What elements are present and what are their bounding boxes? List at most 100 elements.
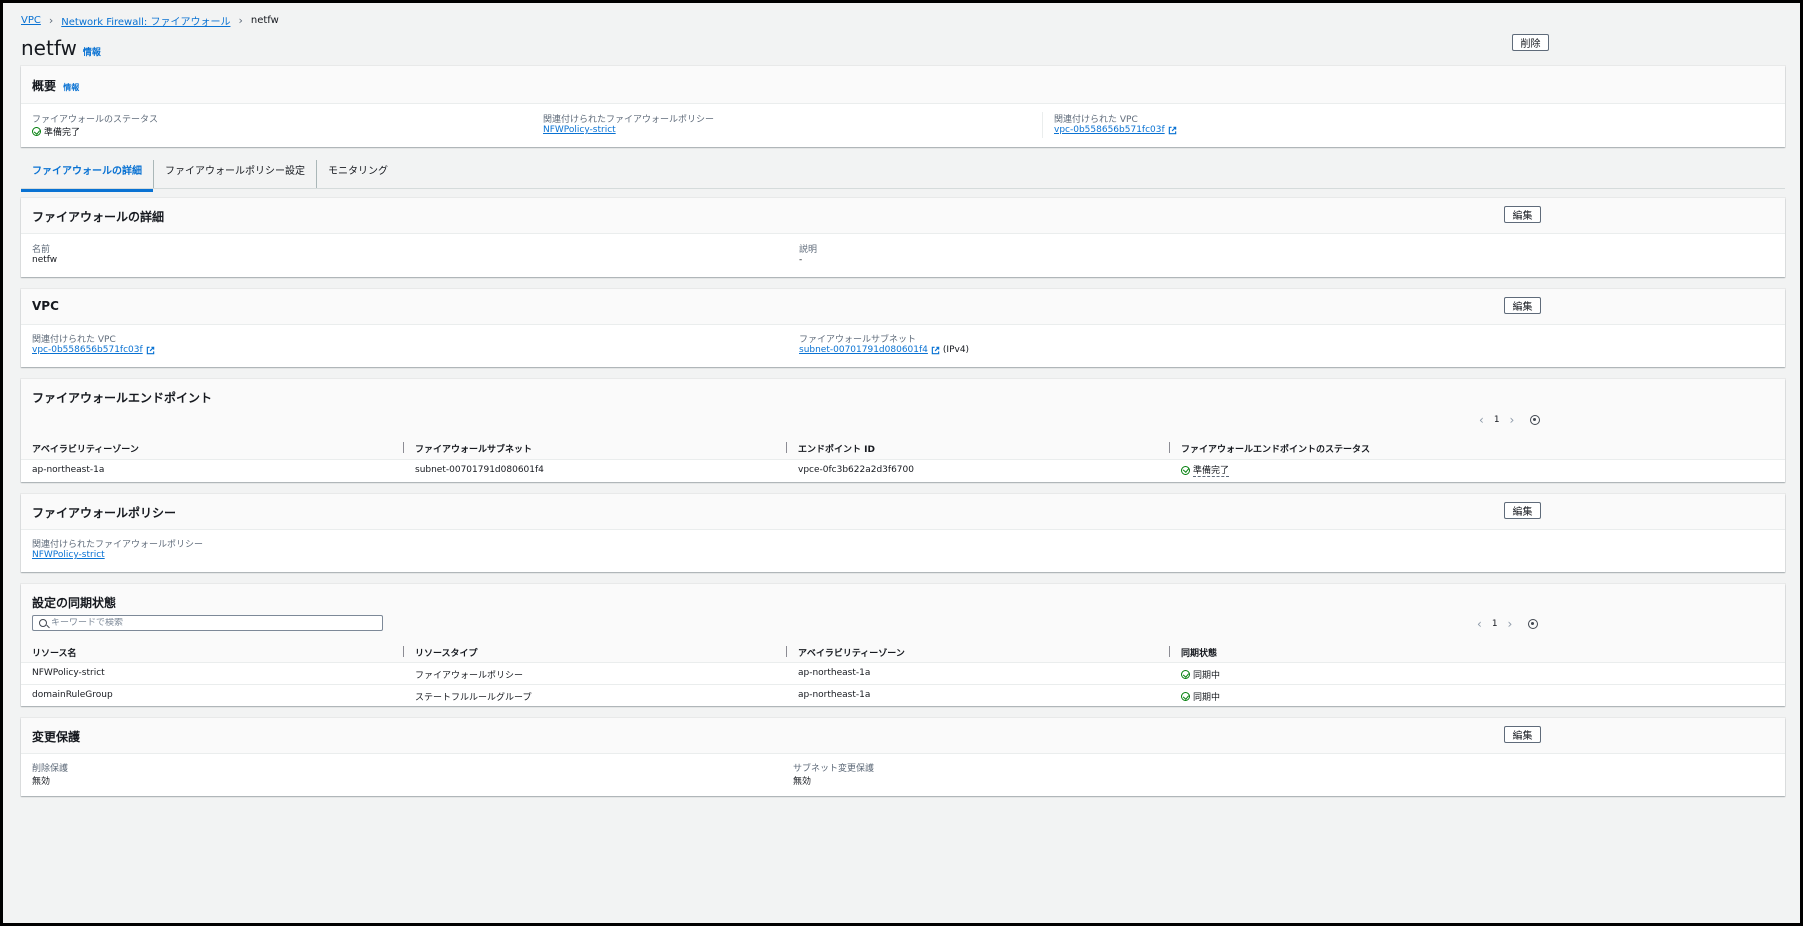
check-circle-icon xyxy=(1181,692,1190,701)
gear-icon[interactable] xyxy=(1528,619,1539,629)
firewall-subnet-label: ファイアウォールサブネット xyxy=(799,335,917,345)
page-number[interactable]: 1 xyxy=(1494,415,1500,425)
table-row-az: ap-northeast-1a xyxy=(798,690,871,700)
endpoint-status-text[interactable]: 準備完了 xyxy=(1193,463,1230,477)
firewall-subnet-value: subnet-00701791d080601f4 (IPv4) xyxy=(799,345,969,355)
check-circle-icon xyxy=(32,127,41,136)
console-page: VPC › Network Firewall: ファイアウォール › netfw… xyxy=(3,3,1800,923)
page-header: netfw 情報 xyxy=(21,36,101,60)
delete-button[interactable]: 削除 xyxy=(1512,34,1549,51)
table-row-type: ファイアウォールポリシー xyxy=(415,671,524,681)
breadcrumb-network-firewall[interactable]: Network Firewall: ファイアウォール xyxy=(61,13,230,28)
col-resource-type[interactable]: リソースタイプ xyxy=(415,646,478,659)
column-separator xyxy=(403,646,404,657)
endpoints-title: ファイアウォールエンドポイント xyxy=(32,391,213,405)
table-row-type: ステートフルルールグループ xyxy=(415,693,532,703)
edit-policy-button[interactable]: 編集 xyxy=(1504,502,1541,519)
chevron-right-icon: › xyxy=(238,14,243,27)
tab-underline xyxy=(21,188,1785,189)
page-title: netfw xyxy=(21,36,77,60)
sync-panel: 設定の同期状態 ‹ 1 › リソース名 リソースタイプ アベイラビリティーゾーン… xyxy=(21,584,1785,706)
sync-header: 設定の同期状態 xyxy=(21,584,1785,644)
name-value: netfw xyxy=(32,255,58,265)
search-input[interactable] xyxy=(51,618,371,628)
associated-vpc-value: vpc-0b558656b571fc03f xyxy=(32,345,155,355)
policy-label: 関連付けられたファイアウォールポリシー xyxy=(543,115,715,125)
protection-title: 変更保護 xyxy=(32,730,81,744)
table-row-az: ap-northeast-1a xyxy=(32,465,105,475)
table-row-status: 同期中 xyxy=(1181,690,1220,703)
search-icon xyxy=(39,619,47,627)
row-divider xyxy=(21,684,1785,685)
firewall-details-title: ファイアウォールの詳細 xyxy=(32,210,165,224)
policy-link[interactable]: NFWPolicy-strict xyxy=(543,125,616,135)
overview-title: 概要 情報 xyxy=(32,79,80,93)
name-label: 名前 xyxy=(32,245,51,255)
delete-protection-value: 無効 xyxy=(32,777,51,787)
description-value: - xyxy=(799,255,803,265)
vpc-panel: VPC 編集 関連付けられた VPC vpc-0b558656b571fc03f… xyxy=(21,289,1785,367)
sync-title: 設定の同期状態 xyxy=(32,596,117,610)
table-row-status: 同期中 xyxy=(1181,668,1220,681)
row-divider xyxy=(21,459,1785,460)
external-link-icon[interactable] xyxy=(146,346,155,355)
edit-details-button[interactable]: 編集 xyxy=(1504,206,1541,223)
status-value: 準備完了 xyxy=(32,125,80,138)
overview-info-link[interactable]: 情報 xyxy=(63,83,79,92)
delete-protection-label: 削除保護 xyxy=(32,764,69,774)
tab-monitoring[interactable]: モニタリング xyxy=(316,160,399,188)
page-number[interactable]: 1 xyxy=(1492,619,1498,629)
column-separator xyxy=(1169,442,1170,453)
column-separator xyxy=(786,442,787,453)
info-link[interactable]: 情報 xyxy=(83,45,101,58)
table-row-az: ap-northeast-1a xyxy=(798,668,871,678)
chevron-left-icon[interactable]: ‹ xyxy=(1479,413,1484,427)
col-endpoint-id[interactable]: エンドポイント ID xyxy=(798,442,875,455)
external-link-icon[interactable] xyxy=(931,346,940,355)
policy-panel: ファイアウォールポリシー 編集 関連付けられたファイアウォールポリシー NFWP… xyxy=(21,494,1785,572)
tab-policy-settings[interactable]: ファイアウォールポリシー設定 xyxy=(153,160,316,188)
column-separator xyxy=(1169,646,1170,657)
policy-associated-link[interactable]: NFWPolicy-strict xyxy=(32,550,105,560)
table-row-status: 準備完了 xyxy=(1181,463,1230,477)
firewall-details-panel: ファイアウォールの詳細 編集 名前 netfw 説明 - xyxy=(21,198,1785,277)
sync-pagination: ‹ 1 › xyxy=(1477,617,1539,631)
col-sync-status[interactable]: 同期状態 xyxy=(1181,646,1217,659)
overview-header: 概要 情報 xyxy=(21,66,1785,104)
associated-vpc-link[interactable]: vpc-0b558656b571fc03f xyxy=(32,345,143,355)
description-label: 説明 xyxy=(799,245,818,255)
breadcrumb-vpc[interactable]: VPC xyxy=(21,15,41,26)
col-endpoint-status[interactable]: ファイアウォールエンドポイントのステータス xyxy=(1181,442,1370,455)
endpoints-pagination: ‹ 1 › xyxy=(1479,413,1541,427)
external-link-icon[interactable] xyxy=(1168,126,1177,135)
table-row-endpoint: vpce-0fc3b622a2d3f6700 xyxy=(798,465,914,475)
firewall-subnet-link[interactable]: subnet-00701791d080601f4 xyxy=(799,345,928,355)
col-subnet[interactable]: ファイアウォールサブネット xyxy=(415,442,532,455)
column-separator xyxy=(403,442,404,453)
subnet-protection-value: 無効 xyxy=(793,777,812,787)
check-circle-icon xyxy=(1181,465,1190,475)
policy-associated-value: NFWPolicy-strict xyxy=(32,550,105,560)
endpoints-panel: ファイアウォールエンドポイント ‹ 1 › アベイラビリティーゾーン ファイアウ… xyxy=(21,379,1785,482)
vpc-value: vpc-0b558656b571fc03f xyxy=(1054,125,1177,135)
sync-status-text: 同期中 xyxy=(1193,693,1221,703)
tab-firewall-details[interactable]: ファイアウォールの詳細 xyxy=(21,160,153,192)
col-az[interactable]: アベイラビリティーゾーン xyxy=(32,442,139,455)
subnet-protection-label: サブネット変更保護 xyxy=(793,764,875,774)
vpc-link[interactable]: vpc-0b558656b571fc03f xyxy=(1054,125,1165,135)
col-sync-az[interactable]: アベイラビリティーゾーン xyxy=(798,646,905,659)
chevron-right-icon[interactable]: › xyxy=(1510,413,1515,427)
column-separator xyxy=(786,646,787,657)
breadcrumb-current: netfw xyxy=(250,15,279,26)
chevron-right-icon: › xyxy=(48,14,54,27)
edit-protection-button[interactable]: 編集 xyxy=(1504,726,1541,743)
search-box[interactable] xyxy=(32,615,383,631)
vpc-label: 関連付けられた VPC xyxy=(1054,115,1138,125)
edit-vpc-button[interactable]: 編集 xyxy=(1504,297,1541,314)
divider xyxy=(1042,112,1043,138)
gear-icon[interactable] xyxy=(1530,415,1541,425)
protection-panel: 変更保護 編集 削除保護 無効 サブネット変更保護 無効 xyxy=(21,718,1785,796)
chevron-left-icon[interactable]: ‹ xyxy=(1477,617,1482,631)
chevron-right-icon[interactable]: › xyxy=(1508,617,1513,631)
col-resource-name[interactable]: リソース名 xyxy=(32,646,77,659)
